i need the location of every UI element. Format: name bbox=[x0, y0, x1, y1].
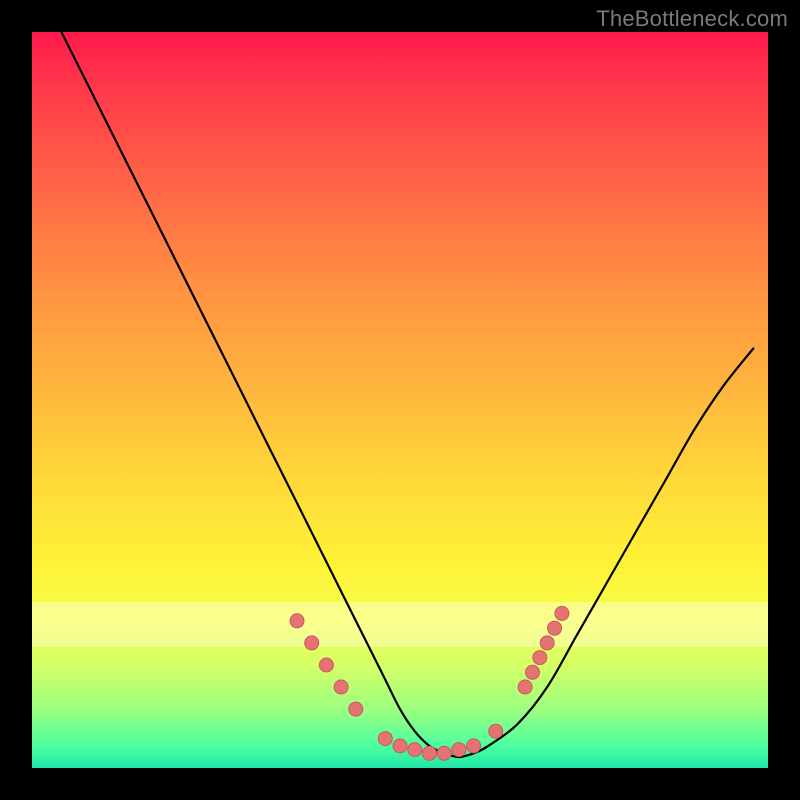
data-marker bbox=[305, 636, 319, 650]
data-marker bbox=[548, 621, 562, 635]
chart-frame: TheBottleneck.com bbox=[0, 0, 800, 800]
data-marker bbox=[526, 665, 540, 679]
bottleneck-curve bbox=[61, 32, 753, 757]
data-marker bbox=[319, 658, 333, 672]
watermark-text: TheBottleneck.com bbox=[596, 6, 788, 32]
data-marker bbox=[437, 746, 451, 760]
data-marker bbox=[334, 680, 348, 694]
data-marker bbox=[540, 636, 554, 650]
data-marker bbox=[290, 614, 304, 628]
data-marker bbox=[349, 702, 363, 716]
data-marker bbox=[393, 739, 407, 753]
data-marker bbox=[518, 680, 532, 694]
curve-svg bbox=[32, 32, 768, 768]
data-marker bbox=[533, 651, 547, 665]
plot-area bbox=[32, 32, 768, 768]
data-marker bbox=[467, 739, 481, 753]
data-marker bbox=[408, 743, 422, 757]
marker-group bbox=[290, 606, 569, 760]
data-marker bbox=[555, 606, 569, 620]
data-marker bbox=[422, 746, 436, 760]
data-marker bbox=[378, 732, 392, 746]
data-marker bbox=[489, 724, 503, 738]
data-marker bbox=[452, 743, 466, 757]
